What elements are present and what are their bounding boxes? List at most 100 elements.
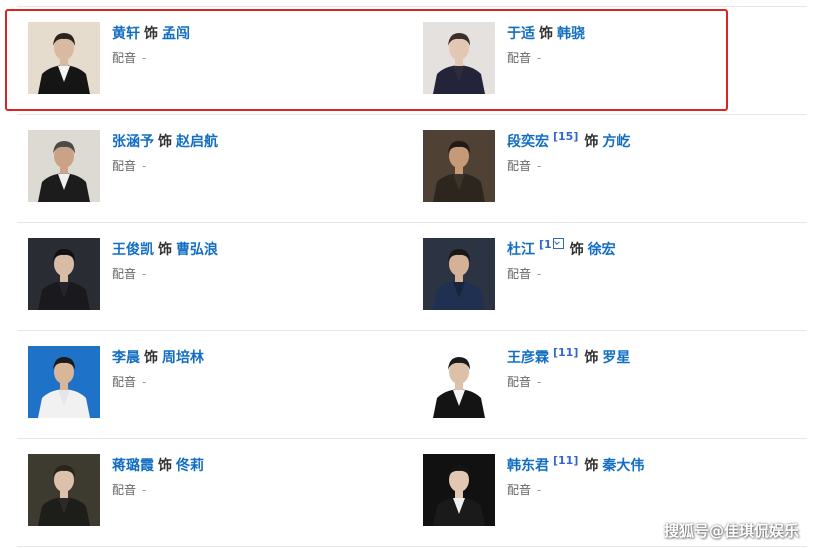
role-connector: 饰 (584, 458, 599, 474)
cast-name-line: 段奕宏 [15] 饰方屹 (507, 130, 630, 153)
divider (17, 330, 807, 331)
actor-photo[interactable] (423, 454, 495, 526)
portrait-image (423, 454, 495, 526)
dubbing-value: - (537, 159, 542, 173)
dubbing-label: 配音 (112, 159, 137, 173)
dubbing-value: - (537, 51, 542, 65)
dubbing-label: 配音 (507, 483, 532, 497)
role-name-link[interactable]: 孟闯 (162, 26, 190, 42)
cast-item: 杜江 [1 饰徐宏 配音 - (423, 238, 783, 318)
role-connector: 饰 (584, 134, 599, 150)
cast-name-line: 杜江 [1 饰徐宏 (507, 238, 616, 261)
divider (17, 6, 807, 7)
dubbing-label: 配音 (507, 51, 532, 65)
role-connector: 饰 (158, 458, 172, 474)
role-name-link[interactable]: 方屹 (602, 134, 630, 150)
actor-photo[interactable] (423, 238, 495, 310)
portrait-image (423, 130, 495, 202)
cast-name-line: 王俊凯饰曹弘浪 (112, 240, 218, 260)
dubbing-value: - (142, 51, 147, 65)
actor-photo[interactable] (423, 130, 495, 202)
role-name-link[interactable]: 徐宏 (588, 242, 616, 258)
actor-name-link[interactable]: 王彦霖 (507, 350, 549, 366)
dubbing-line: 配音 - (112, 482, 146, 498)
role-connector: 饰 (144, 26, 158, 42)
watermark: 搜狐号@佳琪侃娱乐 (663, 522, 799, 540)
portrait-image (423, 346, 495, 418)
actor-name-link[interactable]: 段奕宏 (507, 134, 549, 150)
dubbing-value: - (142, 267, 147, 281)
actor-photo[interactable] (28, 22, 100, 94)
actor-photo[interactable] (28, 454, 100, 526)
citation-link[interactable]: [11] (553, 454, 578, 467)
role-connector: 饰 (158, 134, 172, 150)
cast-list-page: 黄轩饰孟闯 配音 - 于适饰韩骁 配音 - 张涵予饰赵启航 配音 - 段奕宏 [15] 饰… (0, 0, 815, 548)
dubbing-line: 配音 - (507, 50, 541, 66)
cast-item: 黄轩饰孟闯 配音 - (28, 22, 388, 102)
dubbing-line: 配音 - (112, 266, 146, 282)
actor-name-link[interactable]: 韩东君 (507, 458, 549, 474)
dubbing-value: - (142, 375, 147, 389)
dubbing-value: - (142, 159, 147, 173)
dubbing-label: 配音 (112, 375, 137, 389)
portrait-image (28, 238, 100, 310)
portrait-image (423, 22, 495, 94)
dubbing-line: 配音 - (507, 266, 541, 282)
role-name-link[interactable]: 佟莉 (176, 458, 204, 474)
dubbing-line: 配音 - (507, 482, 541, 498)
divider (17, 114, 807, 115)
role-connector: 饰 (158, 242, 172, 258)
actor-photo[interactable] (28, 238, 100, 310)
actor-name-link[interactable]: 黄轩 (112, 26, 140, 42)
citation-link[interactable]: [1 (539, 238, 564, 251)
role-name-link[interactable]: 秦大伟 (602, 458, 644, 474)
role-name-link[interactable]: 罗星 (602, 350, 630, 366)
actor-name-link[interactable]: 杜江 (507, 242, 535, 258)
citation-link[interactable]: [11] (553, 346, 578, 359)
cast-item: 王彦霖 [11] 饰罗星 配音 - (423, 346, 783, 426)
actor-name-link[interactable]: 李晨 (112, 350, 140, 366)
role-name-link[interactable]: 赵启航 (176, 134, 218, 150)
cast-item: 李晨饰周培林 配音 - (28, 346, 388, 426)
portrait-image (423, 238, 495, 310)
role-name-link[interactable]: 曹弘浪 (176, 242, 218, 258)
portrait-image (28, 130, 100, 202)
cast-name-line: 蒋璐霞饰佟莉 (112, 456, 204, 476)
actor-name-link[interactable]: 于适 (507, 26, 535, 42)
role-connector: 饰 (584, 350, 599, 366)
dubbing-line: 配音 - (112, 374, 146, 390)
cast-item: 张涵予饰赵启航 配音 - (28, 130, 388, 210)
cast-name-line: 于适饰韩骁 (507, 24, 585, 44)
portrait-image (28, 22, 100, 94)
image-citation-icon (552, 238, 564, 249)
dubbing-label: 配音 (112, 267, 137, 281)
actor-photo[interactable] (423, 346, 495, 418)
dubbing-value: - (537, 267, 542, 281)
actor-name-link[interactable]: 张涵予 (112, 134, 154, 150)
dubbing-label: 配音 (507, 159, 532, 173)
divider (17, 222, 807, 223)
dubbing-label: 配音 (112, 483, 137, 497)
portrait-image (28, 454, 100, 526)
citation-link[interactable]: [15] (553, 130, 578, 143)
actor-photo[interactable] (28, 346, 100, 418)
role-name-link[interactable]: 周培林 (162, 350, 204, 366)
portrait-image (28, 346, 100, 418)
dubbing-value: - (537, 375, 542, 389)
actor-name-link[interactable]: 王俊凯 (112, 242, 154, 258)
dubbing-line: 配音 - (507, 158, 541, 174)
cast-name-line: 韩东君 [11] 饰秦大伟 (507, 454, 644, 477)
cast-item: 蒋璐霞饰佟莉 配音 - (28, 454, 388, 534)
cast-name-line: 张涵予饰赵启航 (112, 132, 218, 152)
actor-name-link[interactable]: 蒋璐霞 (112, 458, 154, 474)
citation-text: [1 (539, 238, 552, 251)
actor-photo[interactable] (423, 22, 495, 94)
cast-name-line: 黄轩饰孟闯 (112, 24, 190, 44)
dubbing-label: 配音 (507, 375, 532, 389)
cast-name-line: 李晨饰周培林 (112, 348, 204, 368)
cast-item: 段奕宏 [15] 饰方屹 配音 - (423, 130, 783, 210)
actor-photo[interactable] (28, 130, 100, 202)
dubbing-label: 配音 (112, 51, 137, 65)
role-name-link[interactable]: 韩骁 (557, 26, 585, 42)
dubbing-line: 配音 - (112, 158, 146, 174)
